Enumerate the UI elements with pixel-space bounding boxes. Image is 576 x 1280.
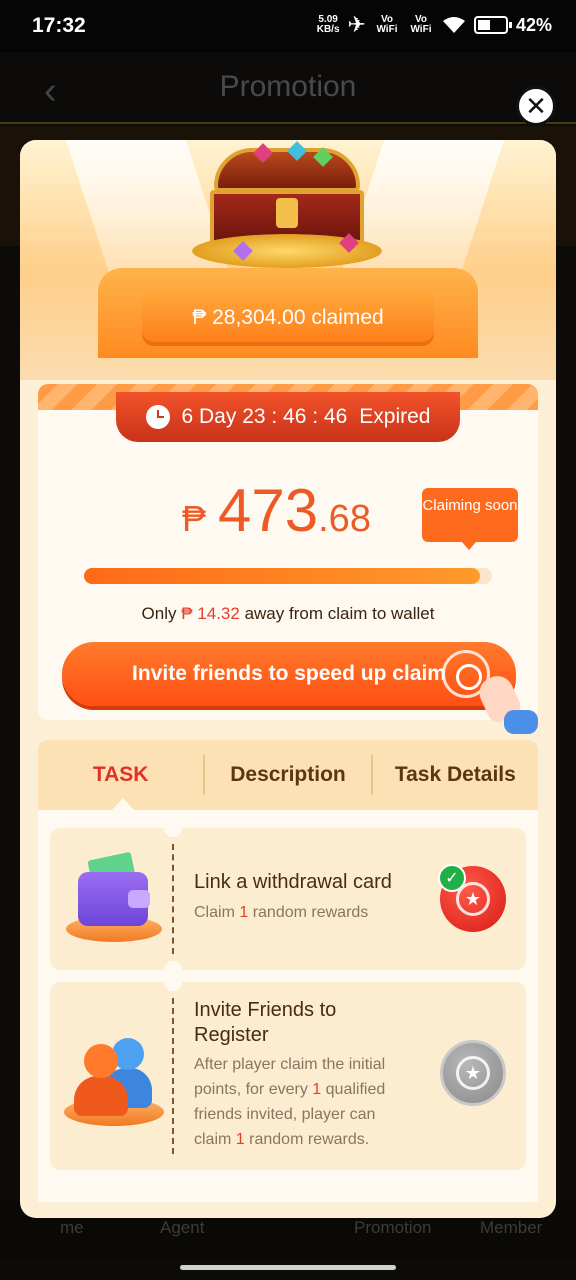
- tab-description[interactable]: Description: [205, 763, 370, 787]
- task-divider: [172, 844, 174, 954]
- countdown-timer: 6 Day 23 : 46 : 46: [181, 405, 348, 428]
- task-description: After player claim the initial points, f…: [194, 1056, 386, 1148]
- app-header: ‹ Promotion: [0, 52, 576, 124]
- close-icon[interactable]: ✕: [516, 86, 556, 126]
- reward-icon: ★: [456, 1056, 490, 1090]
- pointing-hand-icon: [474, 670, 538, 736]
- task-card-invite: Invite Friends to Register After player …: [50, 973, 526, 1170]
- claim-progress-fill: [84, 568, 480, 584]
- tab-task-details[interactable]: Task Details: [373, 763, 538, 787]
- task-title: Invite Friends to Register: [194, 999, 337, 1046]
- net-speed: 5.09 KB/s: [316, 14, 340, 35]
- task-divider: [172, 998, 174, 1154]
- airplane-icon: ✈: [347, 12, 366, 37]
- check-icon: ✓: [438, 864, 466, 892]
- tab-task[interactable]: TASK: [38, 763, 203, 787]
- sim1-label: Vo WiFi: [376, 14, 398, 35]
- wallet-icon: [64, 850, 164, 946]
- battery-icon: [473, 16, 512, 34]
- countdown-ribbon: 6 Day 23 : 46 : 46 Expired: [116, 392, 460, 442]
- task-card-withdrawal: Link a withdrawal card Claim 1 random re…: [50, 819, 526, 979]
- amount-currency: ₱: [182, 498, 207, 539]
- claimed-total-badge: ₱ 28,304.00 claimed: [142, 290, 434, 346]
- battery-percent: 42%: [515, 14, 552, 35]
- promotion-modal: ₱ 28,304.00 claimed 6 Day 23 : 46 : 46 E…: [20, 140, 556, 1218]
- friends-icon: [62, 1034, 166, 1130]
- away-from-claim-text: Only ₱ 14.32 away from claim to wallet: [141, 604, 435, 623]
- claiming-soon-badge: Claiming soon: [422, 488, 518, 550]
- wifi-icon: [442, 17, 465, 33]
- countdown-status: Expired: [359, 405, 431, 428]
- task-list: Link a withdrawal card Claim 1 random re…: [38, 810, 538, 1202]
- locked-reward-button[interactable]: ★: [440, 1040, 506, 1106]
- amount-decimal: .68: [318, 498, 371, 540]
- clock-icon: [145, 405, 170, 429]
- amount-integer: 473: [218, 477, 319, 544]
- status-time: 17:32: [32, 14, 86, 37]
- page-title: Promotion: [219, 70, 357, 103]
- claim-progress-card: 6 Day 23 : 46 : 46 Expired ₱ 473 .68 Cla…: [38, 384, 538, 734]
- modal-header-bg: ₱ 28,304.00 claimed: [20, 140, 556, 380]
- nav-home[interactable]: me: [60, 1218, 84, 1238]
- active-tab-pointer: [112, 798, 134, 810]
- remaining-amount: ₱ 14.32: [181, 604, 240, 623]
- claim-progress-bar: [84, 568, 492, 584]
- nav-member[interactable]: Member: [480, 1218, 542, 1238]
- treasure-chest-icon: [192, 141, 382, 268]
- nav-agent[interactable]: Agent: [160, 1218, 204, 1238]
- status-bar: 17:32 5.09 KB/s ✈ Vo WiFi Vo WiFi 42%: [0, 0, 576, 52]
- task-title: Link a withdrawal card: [194, 871, 392, 893]
- home-indicator[interactable]: [180, 1265, 396, 1270]
- status-icons: 5.09 KB/s ✈ Vo WiFi Vo WiFi 42%: [317, 12, 552, 38]
- task-description: Claim 1 random rewards: [194, 904, 369, 921]
- pending-amount: ₱ 473 .68: [182, 476, 371, 545]
- nav-promotion[interactable]: Promotion: [354, 1218, 431, 1238]
- sim2-label: Vo WiFi: [410, 14, 432, 35]
